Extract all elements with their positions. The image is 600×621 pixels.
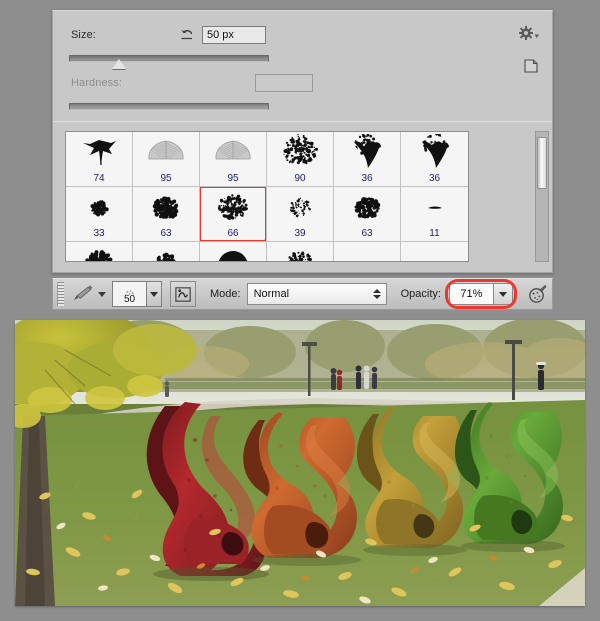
brush-preset-number: 36 (429, 172, 440, 185)
brush-thumbnail-empty-icon (401, 243, 468, 262)
brush-preset-cell[interactable]: 90 (267, 132, 334, 187)
opacity-dropdown-button[interactable] (493, 283, 513, 305)
gear-icon[interactable] (518, 25, 540, 41)
brush-preset-number: 63 (160, 227, 171, 240)
brush-preset-cell[interactable] (334, 242, 401, 262)
brush-tool-icon[interactable] (69, 282, 97, 306)
blend-mode-select[interactable]: Normal (247, 283, 387, 305)
brush-preset-cell[interactable]: 33 (66, 187, 133, 242)
brush-preset-cell[interactable]: 63 (133, 187, 200, 242)
brush-preset-size-preview[interactable]: 50 (112, 281, 146, 307)
brush-thumbnail-leaf-outline-icon (133, 133, 199, 173)
brush-preset-number: 95 (227, 172, 238, 185)
brush-preset-cell[interactable] (267, 242, 334, 262)
chevron-down-icon (150, 292, 158, 297)
brush-thumbnail-scatter-wide-icon (267, 133, 333, 173)
brush-thumbnail-spatter-round-icon (267, 243, 333, 262)
brush-preset-cell[interactable]: 36 (401, 132, 468, 187)
brush-tool-chevron-down-icon[interactable] (98, 292, 106, 297)
opacity-label: Opacity: (401, 288, 441, 300)
brush-preset-cell[interactable]: 74 (66, 132, 133, 187)
brush-preset-grid: 74 95 95 90 36 36 33 63 66 39 63 11 (66, 132, 468, 262)
park-sculpture-photo (15, 320, 585, 606)
brush-preset-cell[interactable]: 66 (200, 187, 267, 242)
brush-thumbnail-blob-dense-icon (66, 243, 132, 262)
opacity-control-group: 71% (449, 283, 513, 305)
brush-thumbnail-spatter-light-icon (267, 188, 333, 228)
size-input[interactable]: 50 px (202, 26, 266, 44)
brush-thumbnail-blob-large-icon (334, 188, 400, 228)
size-slider-thumb[interactable] (112, 59, 126, 69)
brush-preset-cell[interactable] (66, 242, 133, 262)
brush-thumbnail-empty-icon (334, 243, 400, 262)
brush-preset-number: 74 (93, 172, 104, 185)
brush-preset-cell[interactable]: 39 (267, 187, 334, 242)
brush-preset-dropdown-button[interactable] (146, 281, 162, 307)
app-background: Size: 50 px Hardness: (0, 0, 600, 621)
brush-preset-cell[interactable]: 36 (334, 132, 401, 187)
brush-thumbnail-blob-small-icon (66, 188, 132, 228)
new-brush-preset-icon[interactable] (524, 59, 538, 73)
brush-thumbnail-solid-round-icon (200, 243, 266, 262)
airbrush-icon[interactable] (525, 282, 549, 306)
brush-preset-number: 66 (227, 227, 238, 240)
panel-divider (53, 121, 552, 122)
tool-options-bar: 50 Mode: Normal Opacity: 71% (52, 278, 553, 310)
brush-preset-grid-container: 74 95 95 90 36 36 33 63 66 39 63 11 (65, 131, 469, 262)
size-slider-track[interactable] (69, 55, 269, 62)
scrollbar-thumb[interactable] (537, 137, 547, 189)
mode-label: Mode: (210, 288, 241, 300)
brush-preset-cell[interactable] (133, 242, 200, 262)
select-spinner-icon (373, 289, 381, 299)
brush-tip-preview-icon (124, 284, 135, 292)
brush-preset-number: 33 (93, 227, 104, 240)
brush-thumbnail-leaf-star-icon (66, 133, 132, 173)
brush-thumbnail-grass-tuft-icon (401, 133, 468, 173)
brush-thumbnail-spatter-dots-icon (200, 188, 266, 228)
brush-preset-cell[interactable] (200, 242, 267, 262)
tablet-pressure-icon[interactable] (170, 281, 196, 307)
brush-thumbnail-blob-large-icon (133, 188, 199, 228)
photo-canvas[interactable] (15, 320, 585, 606)
brush-preset-cell[interactable]: 63 (334, 187, 401, 242)
chevron-down-icon (499, 292, 507, 297)
revert-arrow-icon[interactable] (179, 27, 195, 43)
brush-preset-cell[interactable] (401, 242, 468, 262)
brush-preset-number: 11 (429, 227, 439, 240)
brush-preset-number: 90 (294, 172, 305, 185)
brush-grid-scrollbar[interactable] (535, 131, 549, 262)
brush-preset-picker-panel: Size: 50 px Hardness: (52, 10, 553, 273)
opacity-input[interactable]: 71% (449, 283, 493, 305)
brush-preset-cell[interactable]: 95 (133, 132, 200, 187)
size-label: Size: (71, 29, 96, 41)
brush-preset-number: 39 (294, 227, 305, 240)
hardness-slider-track[interactable] (69, 103, 269, 110)
hardness-label: Hardness: (71, 77, 122, 89)
brush-settings-section: Size: 50 px Hardness: (53, 11, 552, 121)
brush-preset-number: 36 (361, 172, 372, 185)
brush-thumbnail-grass-tuft-icon (334, 133, 400, 173)
brush-thumbnail-leaf-outline-icon (200, 133, 266, 173)
brush-preset-number: 63 (361, 227, 372, 240)
brush-preset-number: 95 (160, 172, 171, 185)
options-bar-gripper[interactable] (57, 282, 64, 306)
hardness-input[interactable] (255, 74, 313, 92)
brush-preset-cell[interactable]: 11 (401, 187, 468, 242)
brush-thumbnail-blob-medium-icon (133, 243, 199, 262)
blend-mode-value: Normal (254, 288, 289, 300)
brush-thumbnail-thin-stroke-icon (401, 188, 468, 228)
brush-preset-cell[interactable]: 95 (200, 132, 267, 187)
